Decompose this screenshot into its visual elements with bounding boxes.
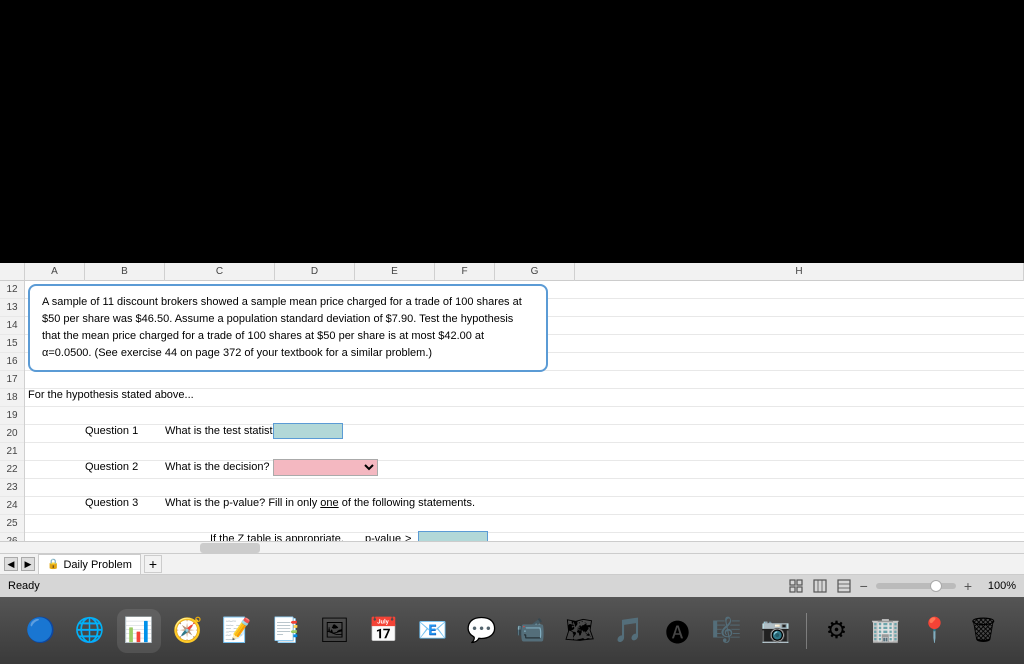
taskbar-icon-excel[interactable]: 📊 [117,609,161,653]
col-headers: A B C D E F G H [0,263,1024,281]
zoom-level: 100% [980,580,1016,592]
taskbar-icon-system[interactable]: ⚙ [815,609,859,653]
question1-label: Question 1 [85,425,138,437]
grid-content: A sample of 11 discount brokers showed a… [25,281,1024,553]
view-break-icon[interactable] [836,578,852,594]
question3-text: What is the p-value? Fill in only one of… [165,497,475,509]
grid-area: 12 13 14 15 16 17 18 19 20 21 22 23 24 2… [0,281,1024,553]
row-19: 19 [0,407,24,425]
row-13: 13 [0,299,24,317]
horizontal-scrollbar[interactable] [0,541,1024,553]
col-e: E [355,263,435,281]
ready-status: Ready [8,580,40,592]
question2-label: Question 2 [85,461,138,473]
taskbar-icon-powerpoint[interactable]: 📑 [264,609,308,653]
row-25: 25 [0,515,24,533]
taskbar-icon-photos[interactable]: 🖼 [313,609,357,653]
question3-label: Question 3 [85,497,138,509]
sheet-tab-bar: ◀ ▶ 🔒 Daily Problem + [0,553,1024,575]
row-18: 18 [0,389,24,407]
taskbar-icon-trash[interactable]: 🗑 [962,609,1006,653]
col-a: A [25,263,85,281]
spreadsheet-area: A B C D E F G H 12 13 14 15 16 17 18 19 … [0,263,1024,553]
row-23: 23 [0,479,24,497]
row-17: 17 [0,371,24,389]
row-22: 22 [0,461,24,479]
status-bar: Ready − + 100% [0,575,1024,597]
question1-input[interactable] [273,423,343,439]
taskbar-icon-maps2[interactable]: 📍 [913,609,957,653]
col-g: G [495,263,575,281]
problem-statement-box: A sample of 11 discount brokers showed a… [28,284,548,372]
col-f: F [435,263,495,281]
problem-text: A sample of 11 discount brokers showed a… [42,296,522,359]
taskbar-icon-word[interactable]: 📝 [215,609,259,653]
taskbar-icon-chrome[interactable]: 🌐 [68,609,112,653]
col-h: H [575,263,1024,281]
status-right-controls: − + 100% [788,578,1016,594]
taskbar-separator [806,613,807,649]
row-16: 16 [0,353,24,371]
lock-icon: 🔒 [47,559,59,570]
col-c: C [165,263,275,281]
hypothesis-label: For the hypothesis stated above... [28,389,194,401]
view-normal-icon[interactable] [788,578,804,594]
taskbar-icon-calendar[interactable]: 📅 [362,609,406,653]
row-15: 15 [0,335,24,353]
row-20: 20 [0,425,24,443]
taskbar-icon-mail[interactable]: 📧 [411,609,455,653]
add-sheet-button[interactable]: + [144,555,162,573]
taskbar-icon-office[interactable]: 🏢 [864,609,908,653]
row-12: 12 [0,281,24,299]
taskbar-icon-safari[interactable]: 🧭 [166,609,210,653]
view-page-layout-icon[interactable] [812,578,828,594]
taskbar-icon-appstore[interactable]: 🅐 [656,609,700,653]
sheet-tab-label: Daily Problem [63,559,131,571]
taskbar-icon-music[interactable]: 🎵 [607,609,651,653]
row-21: 21 [0,443,24,461]
taskbar-icon-facetime[interactable]: 📹 [509,609,553,653]
nav-prev[interactable]: ◀ [4,557,18,571]
question2-text: What is the decision? [165,461,270,473]
question2-dropdown[interactable] [273,459,378,476]
zoom-plus[interactable]: + [964,578,972,594]
question1-text: What is the test statistic? [165,425,287,437]
taskbar-icon-maps[interactable]: 🗺 [558,609,602,653]
row-24: 24 [0,497,24,515]
row-num-header [0,263,25,280]
col-d: D [275,263,355,281]
col-b: B [85,263,165,281]
row-14: 14 [0,317,24,335]
nav-next[interactable]: ▶ [21,557,35,571]
zoom-minus[interactable]: − [860,578,868,594]
sheet-tab-daily-problem[interactable]: 🔒 Daily Problem [38,554,141,574]
zoom-slider[interactable] [876,583,956,589]
taskbar-icon-itunes[interactable]: 🎼 [705,609,749,653]
top-black-area [0,0,1024,263]
taskbar-icon-finder[interactable]: 🔵 [19,609,63,653]
row-numbers: 12 13 14 15 16 17 18 19 20 21 22 23 24 2… [0,281,25,553]
taskbar-icon-photos2[interactable]: 📷 [754,609,798,653]
taskbar-icon-messages[interactable]: 💬 [460,609,504,653]
taskbar: 🔵 🌐 📊 🧭 📝 📑 🖼 📅 📧 💬 📹 🗺 🎵 🅐 🎼 📷 ⚙ 🏢 📍 🗑 [0,597,1024,664]
